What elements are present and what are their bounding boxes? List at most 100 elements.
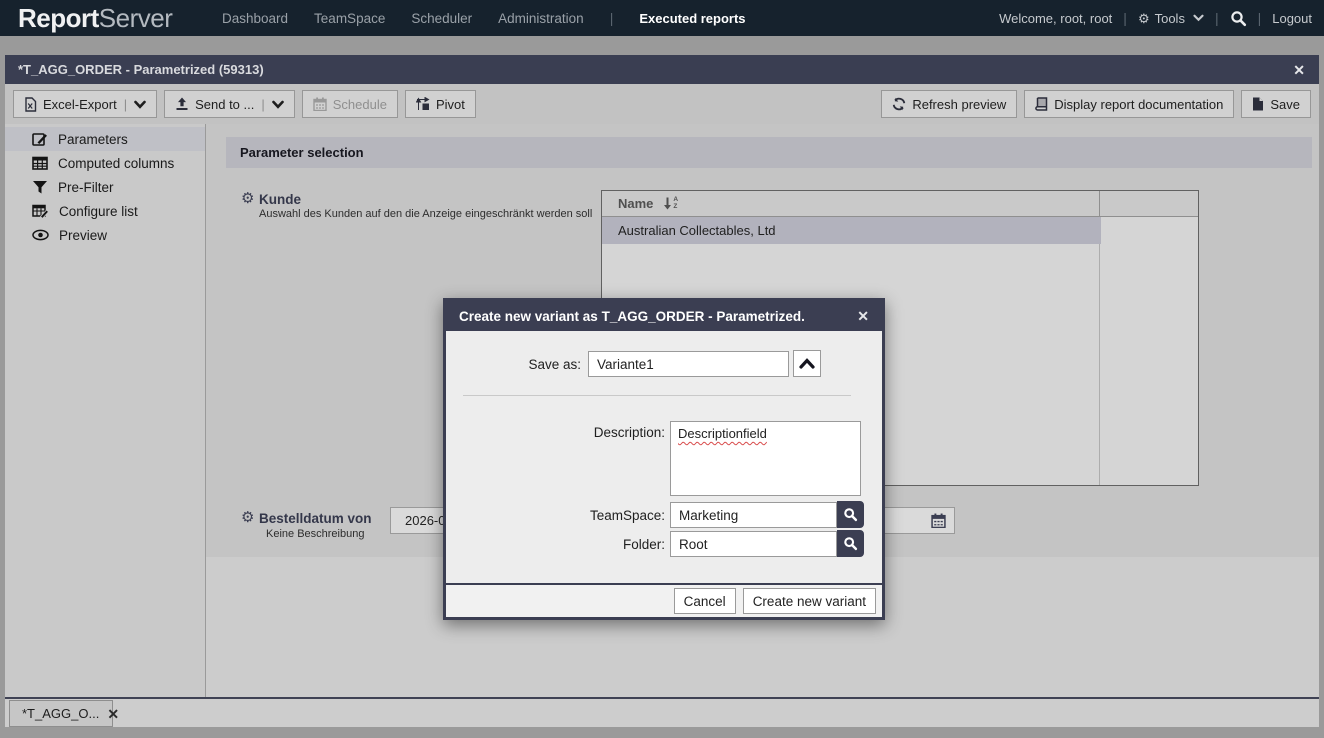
chevron-down-icon[interactable] [134,100,146,109]
send-to-label: Send to ... [195,97,254,112]
nav-teamspace[interactable]: TeamSpace [314,11,385,26]
parameter-bestelldatum-description: Keine Beschreibung [266,528,364,540]
tools-label: Tools [1155,11,1185,26]
excel-export-button[interactable]: Excel-Export | [13,90,157,118]
sidebar-item-label: Pre-Filter [58,180,114,195]
send-to-button[interactable]: Send to ... | [164,90,295,118]
description-value: Descriptionfield [678,426,767,441]
top-header: ReportServer Dashboard TeamSpace Schedul… [0,0,1324,36]
table-icon [32,155,48,171]
gear-icon: ⚙ [1138,12,1150,25]
welcome-text: Welcome, root, root [999,11,1112,26]
excel-export-label: Excel-Export [43,97,117,112]
folder-label: Folder: [530,537,665,552]
search-icon[interactable] [1230,10,1247,27]
split-separator: | [261,97,264,112]
sidebar-item-label: Computed columns [58,156,174,171]
parameter-selection-header: Parameter selection [226,137,1312,168]
display-report-documentation-button[interactable]: Display report documentation [1024,90,1234,118]
header-separator: | [1215,10,1219,26]
nav-separator: | [610,10,614,26]
nav-administration[interactable]: Administration [498,11,584,26]
schedule-label: Schedule [333,97,387,112]
kunde-table-header: Name AZ [602,191,1198,217]
chevron-down-icon[interactable] [272,100,284,109]
report-toolbar: Excel-Export | Send to ... | Schedule [5,84,1319,124]
logo-bold: Report [18,3,99,34]
toolbar-right-group: Refresh preview Display report documenta… [881,90,1311,118]
sidebar-item-preview[interactable]: Preview [5,223,205,247]
tab-t-agg-order[interactable]: *T_AGG_O... ✕ [9,700,113,727]
sidebar-item-pre-filter[interactable]: Pre-Filter [5,175,205,199]
report-titlebar: *T_AGG_ORDER - Parametrized (59313) ✕ [5,55,1319,84]
nav-dashboard[interactable]: Dashboard [222,11,288,26]
teamspace-input[interactable] [670,502,837,528]
report-sidebar: Parameters Computed columns Pre-Filter C… [5,124,206,697]
display-docs-label: Display report documentation [1054,97,1223,112]
split-separator: | [124,97,127,112]
tab-label: *T_AGG_O... [22,706,99,721]
save-label: Save [1270,97,1300,112]
parameter-kunde-description: Auswahl des Kunden auf den die Anzeige e… [259,208,592,220]
reportserver-logo: ReportServer [18,0,172,36]
schedule-button: Schedule [302,90,398,118]
report-title: *T_AGG_ORDER - Parametrized (59313) [18,62,264,77]
chevron-up-icon [799,358,815,369]
save-as-label: Save as: [446,357,581,372]
book-icon [1035,97,1048,111]
tab-close-icon[interactable]: ✕ [107,707,119,721]
tools-menu[interactable]: ⚙ Tools [1138,11,1204,26]
sidebar-item-parameters[interactable]: Parameters [5,127,205,151]
description-label: Description: [530,425,665,440]
save-button[interactable]: Save [1241,90,1311,118]
bottom-tabbar: *T_AGG_O... ✕ [5,699,1319,727]
toolbar-left-group: Excel-Export | Send to ... | Schedule [13,90,476,118]
parameter-gear-icon: ⚙ [241,510,254,525]
table-row-selected[interactable]: Australian Collectables, Ltd [602,217,1101,244]
sidebar-item-computed-columns[interactable]: Computed columns [5,151,205,175]
nav-executed-reports[interactable]: Executed reports [639,11,745,26]
filter-icon [32,179,48,195]
teamspace-search-button[interactable] [837,501,864,528]
upload-icon [175,97,189,111]
header-separator: | [1258,10,1262,26]
cancel-button[interactable]: Cancel [674,588,736,614]
column-header-name[interactable]: Name [618,196,653,211]
dialog-separator [463,395,851,396]
table-cell-customer: Australian Collectables, Ltd [618,223,776,238]
parameter-selection-title: Parameter selection [240,145,364,160]
folder-search-button[interactable] [837,530,864,557]
folder-input[interactable] [670,531,837,557]
sort-az-icon[interactable]: AZ [663,197,678,210]
chevron-down-icon [1193,14,1204,22]
refresh-preview-button[interactable]: Refresh preview [881,90,1017,118]
sidebar-item-label: Preview [59,228,107,243]
save-as-input[interactable] [588,351,789,377]
configure-list-icon [32,203,49,219]
table-column-divider-header [1099,191,1100,217]
dialog-title: Create new variant as T_AGG_ORDER - Para… [459,309,805,324]
chevron-up-button[interactable] [793,350,821,377]
pivot-label: Pivot [436,97,465,112]
dialog-close-icon[interactable]: ✕ [857,309,869,323]
sidebar-item-configure-list[interactable]: Configure list [5,199,205,223]
sidebar-item-label: Configure list [59,204,138,219]
top-nav: Dashboard TeamSpace Scheduler Administra… [222,0,746,36]
logout-link[interactable]: Logout [1272,11,1312,26]
close-report-icon[interactable]: ✕ [1293,63,1305,77]
description-textarea[interactable]: Descriptionfield [670,421,861,496]
teamspace-label: TeamSpace: [530,508,665,523]
calendar-icon[interactable] [931,513,946,528]
dialog-footer: Cancel Create new variant [446,583,882,617]
create-new-variant-button[interactable]: Create new variant [743,588,876,614]
pivot-button[interactable]: Pivot [405,90,476,118]
nav-scheduler[interactable]: Scheduler [411,11,472,26]
logo-light: Server [99,3,173,34]
search-icon [843,507,858,522]
refresh-icon [892,97,906,111]
create-variant-dialog: Create new variant as T_AGG_ORDER - Para… [443,298,885,620]
parameter-kunde-name: Kunde [259,192,301,207]
dialog-header[interactable]: Create new variant as T_AGG_ORDER - Para… [446,301,882,331]
sidebar-item-label: Parameters [58,132,128,147]
calendar-icon [313,97,327,111]
